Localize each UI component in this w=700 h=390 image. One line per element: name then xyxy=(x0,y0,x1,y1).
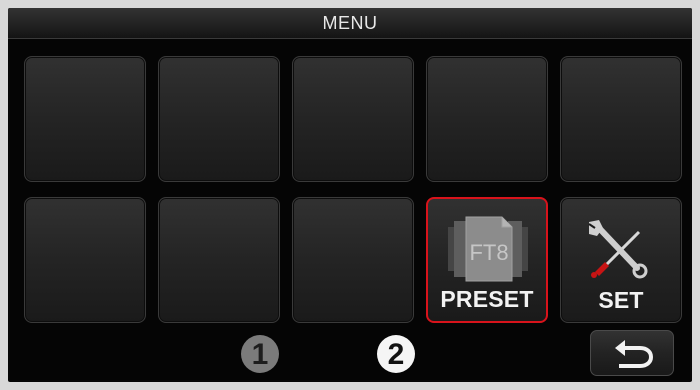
ft8-icon-text: FT8 xyxy=(469,240,508,265)
menu-tile-empty-3[interactable] xyxy=(292,56,414,182)
menu-tile-empty-8[interactable] xyxy=(292,197,414,323)
menu-title: MENU xyxy=(322,13,378,33)
menu-screen: MENU FT8 PRESET SET 1 2 xyxy=(8,8,692,382)
menu-tile-empty-6[interactable] xyxy=(24,197,146,323)
ft8-preset-icon: FT8 xyxy=(448,216,528,282)
page-1-indicator[interactable]: 1 xyxy=(241,335,279,373)
set-button[interactable]: SET xyxy=(560,197,682,323)
menu-tile-empty-7[interactable] xyxy=(158,197,280,323)
menu-tile-empty-4[interactable] xyxy=(426,56,548,182)
menu-tile-empty-2[interactable] xyxy=(158,56,280,182)
return-arrow-icon xyxy=(615,340,654,368)
page-2-indicator[interactable]: 2 xyxy=(377,335,415,373)
menu-tile-empty-1[interactable] xyxy=(24,56,146,182)
set-label: SET xyxy=(598,287,644,313)
preset-button[interactable]: FT8 PRESET xyxy=(426,197,548,323)
menu-tile-empty-5[interactable] xyxy=(560,56,682,182)
title-bar: MENU xyxy=(8,8,692,39)
preset-label: PRESET xyxy=(440,286,534,312)
back-button[interactable] xyxy=(590,330,674,376)
wrench-screwdriver-icon xyxy=(588,220,648,279)
